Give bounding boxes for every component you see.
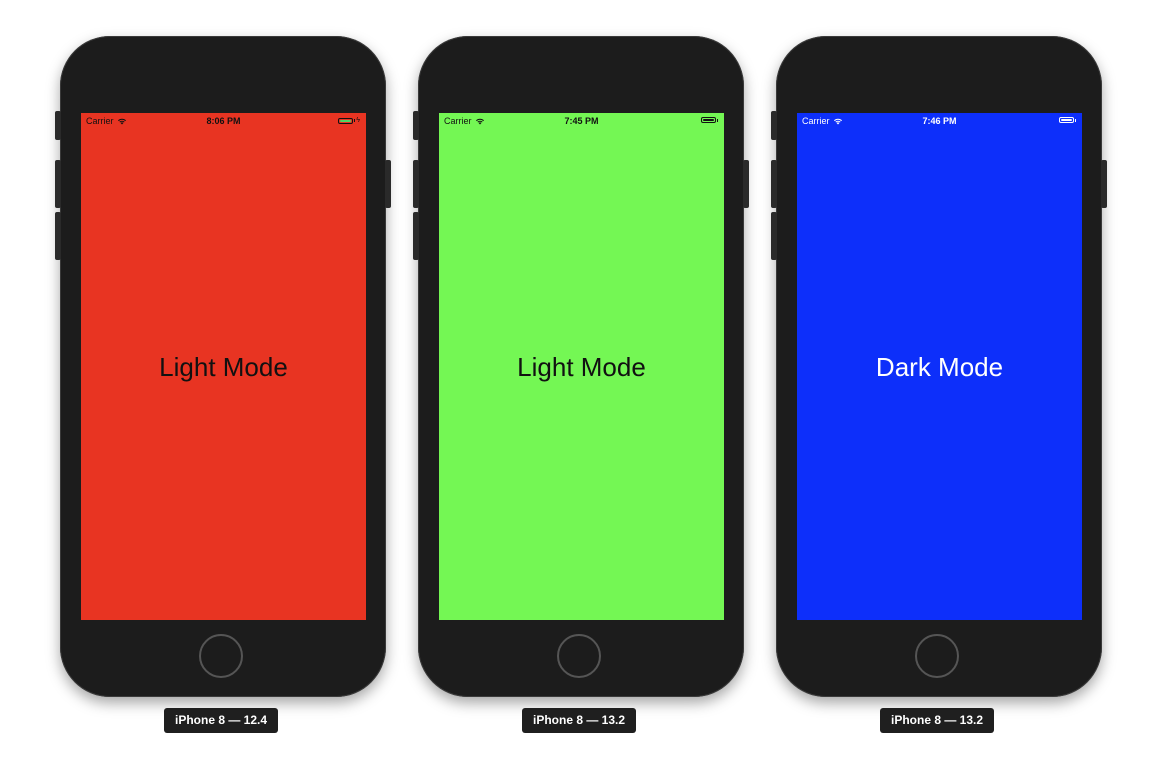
battery-icon — [1059, 117, 1076, 123]
volume-down-button[interactable] — [55, 212, 61, 260]
status-bar: Carrier 8:06 PM ϟ — [81, 113, 366, 129]
mute-switch[interactable] — [413, 111, 419, 140]
device-screen[interactable]: Carrier 7:46 PM Dark Mode — [797, 113, 1082, 620]
volume-up-button[interactable] — [771, 160, 777, 208]
battery-level — [1061, 119, 1072, 121]
battery-shell — [338, 117, 354, 124]
device-frame: Carrier 8:06 PM ϟ Light Mode — [55, 36, 391, 697]
device-caption: iPhone 8 — 13.2 — [880, 708, 995, 733]
appearance-mode-label: Dark Mode — [875, 352, 1004, 382]
device-frame: Carrier 7:46 PM Dark Mode — [771, 36, 1107, 697]
status-bar: Carrier 7:45 PM — [439, 113, 724, 129]
home-button[interactable] — [199, 634, 243, 678]
mute-switch[interactable] — [771, 111, 777, 140]
iphone-device-2: Carrier 7:45 PM Light Mode — [413, 36, 749, 697]
battery-nub — [1075, 118, 1076, 122]
status-time: 7:46 PM — [922, 116, 957, 126]
status-bar: Carrier 7:46 PM — [797, 113, 1082, 129]
device-caption: iPhone 8 — 13.2 — [522, 708, 637, 733]
battery-level — [340, 119, 352, 122]
device-frame: Carrier 7:45 PM Light Mode — [413, 36, 749, 697]
battery-nub — [354, 119, 356, 122]
appearance-mode-label: Light Mode — [517, 352, 646, 382]
iphone-device-3: Carrier 7:46 PM Dark Mode — [771, 36, 1107, 697]
volume-down-button[interactable] — [413, 212, 419, 260]
battery-icon — [701, 117, 718, 123]
status-time: 8:06 PM — [206, 116, 241, 126]
battery-level — [703, 119, 714, 121]
battery-nub — [717, 118, 718, 122]
home-button[interactable] — [557, 634, 601, 678]
device-screen[interactable]: Carrier 7:45 PM Light Mode — [439, 113, 724, 620]
power-button[interactable] — [743, 160, 749, 208]
power-button[interactable] — [1101, 160, 1107, 208]
battery-icon: ϟ — [338, 117, 360, 124]
volume-up-button[interactable] — [55, 160, 61, 208]
charging-bolt-icon: ϟ — [356, 117, 360, 124]
device-screen[interactable]: Carrier 8:06 PM ϟ Light Mode — [81, 113, 366, 620]
battery-shell — [1059, 117, 1074, 123]
volume-down-button[interactable] — [771, 212, 777, 260]
device-caption: iPhone 8 — 12.4 — [164, 708, 279, 733]
power-button[interactable] — [385, 160, 391, 208]
simulator-stage: Carrier 8:06 PM ϟ Light Mode iPhone 8 — … — [0, 0, 1163, 768]
battery-shell — [701, 117, 716, 123]
iphone-device-1: Carrier 8:06 PM ϟ Light Mode — [55, 36, 391, 697]
status-time: 7:45 PM — [564, 116, 599, 126]
mute-switch[interactable] — [55, 111, 61, 140]
home-button[interactable] — [915, 634, 959, 678]
volume-up-button[interactable] — [413, 160, 419, 208]
appearance-mode-label: Light Mode — [159, 352, 288, 382]
